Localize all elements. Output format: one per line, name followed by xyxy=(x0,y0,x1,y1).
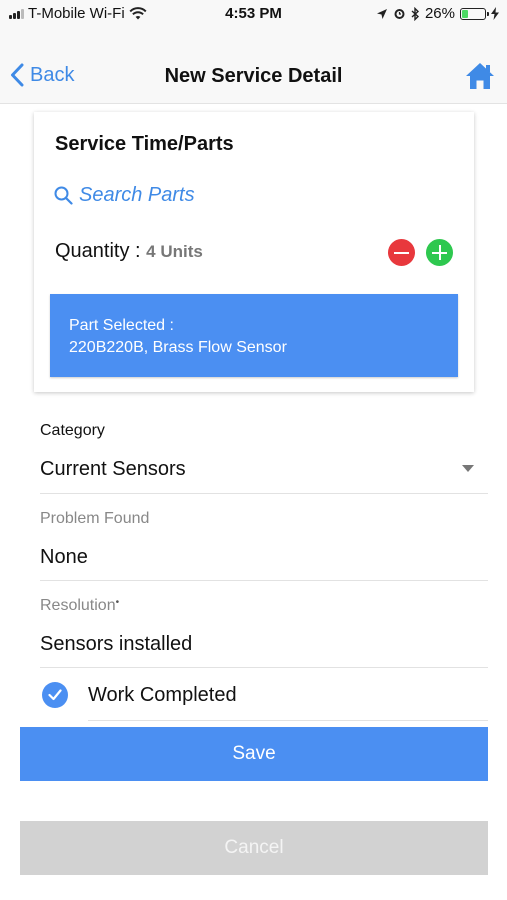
work-completed-checkbox[interactable] xyxy=(42,682,68,708)
battery-percent: 26% xyxy=(424,5,455,22)
battery-icon xyxy=(460,7,489,20)
search-icon xyxy=(54,186,73,205)
quantity-value: 4 Units xyxy=(146,242,203,261)
category-label: Category xyxy=(40,422,105,439)
quantity-row: Quantity : 4 Units xyxy=(55,240,203,263)
back-label: Back xyxy=(30,63,75,86)
dropdown-arrow-icon[interactable] xyxy=(462,465,474,472)
part-selected-box: Part Selected : 220B220B, Brass Flow Sen… xyxy=(50,294,458,377)
part-selected-label: Part Selected : xyxy=(69,317,174,334)
checkmark-icon xyxy=(48,689,62,701)
resolution-label: Resolution• xyxy=(40,597,119,615)
nav-bar: Back New Service Detail xyxy=(0,27,507,104)
increase-quantity-button[interactable] xyxy=(426,239,453,266)
chevron-left-icon xyxy=(11,63,24,87)
status-bar: T-Mobile Wi-Fi 4:53 PM 26% xyxy=(0,0,507,27)
resolution-field[interactable]: Sensors installed xyxy=(40,633,192,656)
category-select[interactable]: Current Sensors xyxy=(40,458,186,481)
card-title: Service Time/Parts xyxy=(55,133,234,155)
save-button[interactable]: Save xyxy=(20,727,488,781)
charging-icon xyxy=(491,7,499,20)
location-icon xyxy=(376,8,387,19)
divider xyxy=(88,720,488,721)
divider xyxy=(40,493,488,494)
part-selected-value: 220B220B, Brass Flow Sensor xyxy=(69,339,287,356)
problem-found-field[interactable]: None xyxy=(40,546,88,569)
home-button[interactable] xyxy=(465,61,495,96)
service-parts-card: Service Time/Parts Search Parts Quantity… xyxy=(34,112,474,392)
work-completed-label[interactable]: Work Completed xyxy=(88,684,237,707)
home-icon xyxy=(466,63,494,89)
page-title: New Service Detail xyxy=(164,65,343,87)
problem-found-label: Problem Found xyxy=(40,510,150,527)
required-indicator: • xyxy=(115,597,120,608)
decrease-quantity-button[interactable] xyxy=(388,239,415,266)
resolution-label-text: Resolution xyxy=(40,597,116,614)
back-button[interactable]: Back xyxy=(10,63,74,87)
search-parts-input[interactable]: Search Parts xyxy=(54,184,195,207)
status-right: 26% xyxy=(376,5,499,22)
bluetooth-icon xyxy=(411,6,419,21)
alarm-icon xyxy=(394,9,405,19)
search-parts-placeholder: Search Parts xyxy=(79,184,195,206)
divider xyxy=(40,667,488,668)
battery-level xyxy=(462,9,468,18)
divider xyxy=(40,580,488,581)
cancel-button[interactable]: Cancel xyxy=(20,821,488,875)
quantity-label: Quantity : xyxy=(55,240,147,262)
